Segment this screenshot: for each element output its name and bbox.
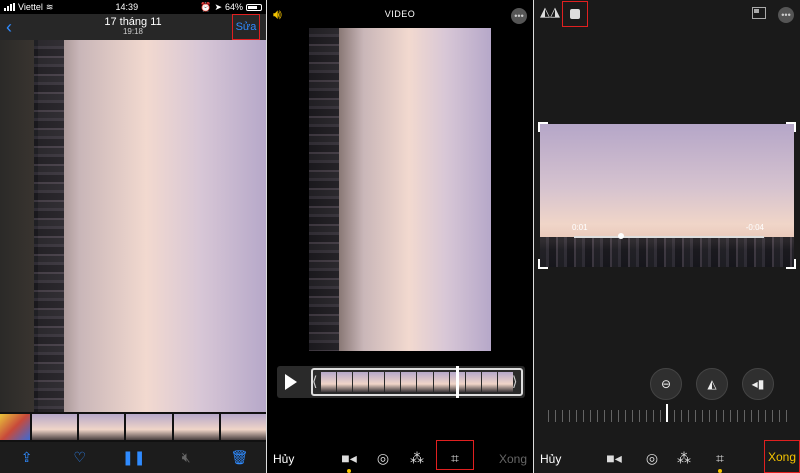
- video-preview[interactable]: [0, 40, 266, 412]
- pause-icon[interactable]: ❚❚: [122, 449, 145, 466]
- adjust-dial-icon[interactable]: ◎: [373, 448, 393, 468]
- crop-corner[interactable]: [786, 122, 796, 132]
- play-icon[interactable]: [285, 374, 297, 390]
- shore-area: [0, 40, 38, 412]
- scrub-bar[interactable]: [574, 236, 764, 238]
- trim-handle-left[interactable]: ⟨: [312, 373, 317, 390]
- video-camera-icon[interactable]: ■◂: [339, 448, 359, 468]
- thumbnail[interactable]: [173, 414, 219, 440]
- crop-corner[interactable]: [786, 259, 796, 269]
- vertical-perspective-button[interactable]: ◭: [696, 368, 728, 400]
- wifi-icon: ≋: [45, 1, 54, 12]
- filters-icon[interactable]: ⁂: [407, 448, 427, 468]
- straighten-button[interactable]: ⊖: [650, 368, 682, 400]
- cancel-button[interactable]: Hủy: [540, 452, 561, 466]
- share-icon[interactable]: ⇪: [16, 449, 38, 466]
- active-tool-indicator: [347, 469, 351, 473]
- remaining-time: -0:04: [745, 223, 764, 232]
- trim-handle-right[interactable]: ⟩: [512, 373, 517, 390]
- alarm-icon: ⏰: [200, 1, 212, 12]
- thumbnail[interactable]: [220, 414, 266, 440]
- thumbnail[interactable]: [126, 414, 172, 440]
- mute-icon[interactable]: 🔇︎: [175, 449, 197, 466]
- scrub-knob[interactable]: [618, 233, 624, 239]
- trim-frame[interactable]: [311, 368, 523, 396]
- active-tool-indicator: [718, 469, 722, 473]
- rotate-icon: [570, 9, 580, 19]
- editor-toolbar: Hủy ■◂ ◎ ⁂ ⌗ Xong: [267, 440, 533, 473]
- more-options-icon[interactable]: •••: [511, 8, 527, 24]
- video-camera-icon[interactable]: ■◂: [604, 448, 624, 468]
- filters-icon[interactable]: ⁂: [674, 448, 694, 468]
- heart-icon[interactable]: ♡: [69, 449, 91, 466]
- photo-time: 19:18: [122, 27, 144, 36]
- ruler-indicator: [666, 404, 668, 422]
- flip-icon[interactable]: ◭◮: [540, 4, 560, 20]
- aspect-ratio-icon[interactable]: [752, 7, 766, 19]
- location-icon: ➤: [214, 1, 222, 12]
- video-preview: [309, 28, 491, 351]
- battery-percent: 64%: [224, 2, 243, 12]
- crop-corner[interactable]: [538, 259, 548, 269]
- elapsed-time: 0:01: [572, 223, 588, 232]
- thumbnail-strip[interactable]: [0, 412, 266, 442]
- carrier-label: Viettel: [18, 2, 43, 12]
- status-time: 14:39: [115, 2, 139, 12]
- battery-icon: [246, 3, 262, 11]
- photos-viewer-panel: Viettel ≋ 14:39 ⏰ ➤ 64% ‹ 17 tháng 11 19…: [0, 0, 266, 473]
- thumbnail[interactable]: [0, 414, 30, 440]
- city-skyline: [309, 28, 339, 351]
- done-button[interactable]: Xong: [764, 440, 800, 473]
- status-bar: Viettel ≋ 14:39 ⏰ ➤ 64%: [0, 0, 266, 14]
- rotate-button[interactable]: [562, 1, 588, 27]
- city-skyline: [540, 237, 794, 267]
- thumbnail[interactable]: [32, 414, 78, 440]
- rotated-video-preview[interactable]: 0:01 -0:04: [538, 122, 796, 269]
- angle-ruler[interactable]: [548, 410, 788, 422]
- signal-icon: [4, 3, 15, 11]
- crop-corner[interactable]: [538, 122, 548, 132]
- done-button[interactable]: Xong: [499, 452, 527, 466]
- horizontal-perspective-button[interactable]: ◂▮: [742, 368, 774, 400]
- adjust-dial-icon[interactable]: ◎: [642, 448, 662, 468]
- bottom-toolbar: ⇪ ♡ ❚❚ 🔇︎ 🗑︎: [0, 442, 266, 473]
- editor-title: VIDEO: [384, 9, 416, 19]
- playhead[interactable]: [456, 366, 459, 398]
- trash-icon[interactable]: 🗑︎: [228, 449, 250, 466]
- crop-tool-highlight: [436, 440, 474, 470]
- edit-button[interactable]: Sửa: [232, 14, 260, 40]
- more-options-icon[interactable]: •••: [778, 7, 794, 23]
- crop-icon[interactable]: ⌗: [710, 448, 730, 468]
- thumbnail[interactable]: [79, 414, 125, 440]
- crop-rotate-panel: ◭◮ ••• 0:01 -0:04 ⊖ ◭ ◂▮ Hủy ■◂ ◎ ⁂ ⌗ Xo…: [534, 0, 800, 473]
- video-editor-panel: 🔊︎ VIDEO ••• ⟨ ⟩ Hủy ■◂ ◎ ⁂ ⌗ Xong: [267, 0, 533, 473]
- trim-timeline[interactable]: ⟨ ⟩: [277, 366, 525, 398]
- cancel-button[interactable]: Hủy: [273, 452, 294, 466]
- editor-toolbar: Hủy ■◂ ◎ ⁂ ⌗: [534, 440, 800, 473]
- city-skyline: [34, 40, 64, 412]
